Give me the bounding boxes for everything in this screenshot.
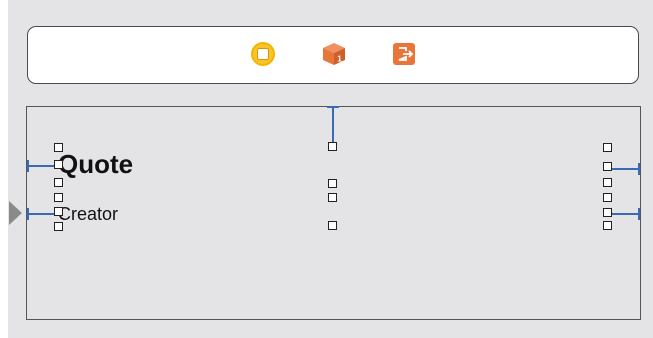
resize-handle[interactable] <box>328 142 337 151</box>
resize-handle[interactable] <box>603 143 612 152</box>
resize-handle[interactable] <box>603 208 612 217</box>
trailing-constraint-quote[interactable] <box>611 168 639 170</box>
first-responder-badge: 1 <box>337 55 342 64</box>
resize-handle[interactable] <box>328 179 337 188</box>
first-responder-icon[interactable]: 1 <box>321 41 347 67</box>
quote-label[interactable]: Quote <box>58 148 133 180</box>
resize-handle[interactable] <box>603 162 612 171</box>
constraint-cap <box>327 106 339 108</box>
resize-handle[interactable] <box>54 222 63 231</box>
resize-handle[interactable] <box>54 160 63 169</box>
resize-handle[interactable] <box>603 221 612 230</box>
view-controller-icon[interactable] <box>250 41 276 67</box>
scene-dock: 1 <box>27 26 639 84</box>
resize-handle[interactable] <box>328 221 337 230</box>
resize-handle[interactable] <box>603 178 612 187</box>
resize-handle[interactable] <box>54 178 63 187</box>
exit-icon[interactable] <box>391 41 417 67</box>
resize-handle[interactable] <box>54 193 63 202</box>
resize-handle[interactable] <box>54 143 63 152</box>
constraint-cap <box>27 160 29 172</box>
trailing-constraint-creator[interactable] <box>611 213 639 215</box>
resize-handle[interactable] <box>603 193 612 202</box>
constraint-cap <box>638 163 640 175</box>
constraint-cap <box>27 208 29 220</box>
resize-handle[interactable] <box>328 193 337 202</box>
entry-point-arrow-icon[interactable] <box>9 201 22 225</box>
creator-label[interactable]: Creator <box>58 203 118 225</box>
constraint-cap <box>638 208 640 220</box>
top-constraint[interactable] <box>332 107 334 143</box>
resize-handle[interactable] <box>54 207 63 216</box>
